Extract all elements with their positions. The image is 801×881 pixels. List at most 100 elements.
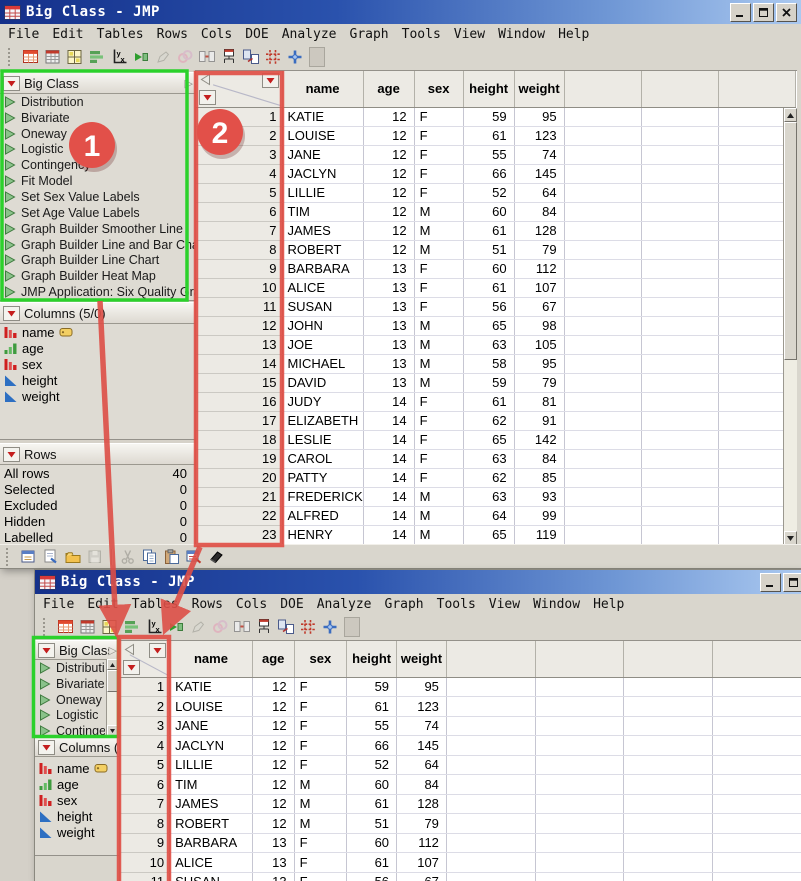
cell-sex[interactable]: F (294, 852, 348, 873)
cell-height[interactable]: 51 (346, 813, 398, 834)
menu-tables[interactable]: Tables (132, 597, 179, 612)
cell-age[interactable]: 12 (252, 696, 295, 717)
menu-cols[interactable]: Cols (201, 27, 232, 42)
maximize-button[interactable] (783, 573, 801, 592)
titlebar[interactable]: Big Class - JMP (35, 570, 801, 594)
menu-edit[interactable]: Edit (52, 27, 83, 42)
cell-age[interactable]: 12 (252, 813, 295, 834)
empty-cell[interactable] (564, 240, 642, 260)
cell-name[interactable]: MICHAEL (282, 354, 364, 374)
empty-cell[interactable] (535, 677, 625, 697)
cell-age[interactable]: 13 (252, 852, 295, 873)
cell-name[interactable]: JACLYN (169, 735, 253, 756)
script-item[interactable]: Fit Model (0, 173, 195, 189)
empty-cell[interactable] (446, 872, 536, 881)
empty-cell[interactable] (641, 335, 719, 355)
empty-cell[interactable] (641, 506, 719, 526)
table-corner-cell[interactable] (196, 71, 283, 108)
cell-weight[interactable]: 95 (396, 677, 447, 697)
cell-height[interactable]: 58 (463, 354, 515, 374)
cell-weight[interactable]: 95 (514, 354, 565, 374)
column-header-height[interactable]: height (463, 71, 515, 108)
script-item[interactable]: Set Sex Value Labels (0, 189, 195, 205)
row-number[interactable]: 16 (196, 392, 283, 412)
cell-weight[interactable]: 79 (514, 373, 565, 393)
row-number[interactable]: 10 (120, 852, 171, 873)
empty-cell[interactable] (564, 430, 642, 450)
empty-cell[interactable] (712, 716, 801, 736)
cell-weight[interactable]: 81 (514, 392, 565, 412)
cell-name[interactable]: LESLIE (282, 430, 364, 450)
script-item[interactable]: Oneway (0, 126, 195, 142)
close-button[interactable] (776, 3, 797, 22)
cell-height[interactable]: 65 (463, 430, 515, 450)
cell-weight[interactable]: 93 (514, 487, 565, 507)
cell-height[interactable]: 60 (346, 774, 398, 795)
menu-doe[interactable]: DOE (245, 27, 268, 42)
empty-cell[interactable] (623, 794, 714, 814)
cell-sex[interactable]: M (414, 316, 464, 336)
empty-cell[interactable] (535, 813, 625, 834)
empty-cell[interactable] (564, 487, 642, 507)
empty-cell[interactable] (564, 278, 642, 298)
column-item-age[interactable]: age (0, 340, 195, 356)
row-number[interactable]: 6 (120, 774, 171, 795)
scroll-down-icon[interactable] (107, 725, 118, 736)
empty-cell[interactable] (564, 202, 642, 222)
empty-cell[interactable] (446, 852, 536, 873)
cell-age[interactable]: 12 (363, 145, 415, 165)
cell-age[interactable]: 13 (363, 354, 415, 374)
columns-red-triangle-button[interactable] (149, 643, 167, 658)
summary-icon[interactable] (77, 617, 99, 637)
empty-cell[interactable] (641, 430, 719, 450)
cell-weight[interactable]: 74 (396, 716, 447, 736)
empty-cell[interactable] (641, 392, 719, 412)
cell-weight[interactable]: 123 (396, 696, 447, 717)
row-number[interactable]: 1 (120, 677, 171, 697)
save-icon[interactable] (84, 547, 106, 566)
cell-name[interactable]: ROBERT (282, 240, 364, 260)
table-panel-header[interactable]: Big Class ▷ (35, 640, 119, 660)
empty-cell[interactable] (535, 872, 625, 881)
empty-cell[interactable] (712, 774, 801, 795)
empty-cell[interactable] (623, 696, 714, 717)
transpose-tables-icon[interactable] (240, 47, 262, 67)
empty-cell[interactable] (623, 716, 714, 736)
menu-doe[interactable]: DOE (280, 597, 303, 612)
cell-age[interactable]: 12 (252, 735, 295, 756)
cell-sex[interactable]: F (414, 183, 464, 203)
row-number[interactable]: 11 (196, 297, 283, 317)
empty-cell[interactable] (641, 221, 719, 241)
cell-sex[interactable]: M (414, 221, 464, 241)
empty-cell[interactable] (564, 126, 642, 146)
script-item[interactable]: Logistic (35, 708, 105, 724)
cell-age[interactable]: 12 (252, 774, 295, 795)
empty-cell[interactable] (564, 449, 642, 469)
empty-cell[interactable] (641, 487, 719, 507)
menu-rows[interactable]: Rows (192, 597, 223, 612)
script-item[interactable]: Distribution (35, 660, 105, 676)
column-item-name[interactable]: name (35, 760, 119, 776)
empty-cell[interactable] (712, 852, 801, 873)
menu-tools[interactable]: Tools (437, 597, 476, 612)
empty-cell[interactable] (446, 716, 536, 736)
empty-cell[interactable] (446, 774, 536, 795)
empty-cell[interactable] (564, 164, 642, 184)
cell-age[interactable]: 12 (252, 677, 295, 697)
cell-name[interactable]: ROBERT (169, 813, 253, 834)
cell-height[interactable]: 59 (463, 107, 515, 127)
row-number[interactable]: 23 (196, 525, 283, 545)
brush-icon[interactable] (174, 47, 196, 67)
empty-cell[interactable] (641, 449, 719, 469)
cell-name[interactable]: LOUISE (282, 126, 364, 146)
cell-height[interactable]: 59 (463, 373, 515, 393)
cell-height[interactable]: 55 (463, 145, 515, 165)
journal-table-icon[interactable] (183, 547, 205, 566)
cut-icon[interactable] (117, 547, 139, 566)
row-number[interactable]: 1 (196, 107, 283, 127)
empty-cell[interactable] (641, 525, 719, 545)
join-tables-icon[interactable] (231, 617, 253, 637)
run-script-icon[interactable] (130, 47, 152, 67)
cell-sex[interactable]: F (414, 449, 464, 469)
cell-age[interactable]: 14 (363, 411, 415, 431)
